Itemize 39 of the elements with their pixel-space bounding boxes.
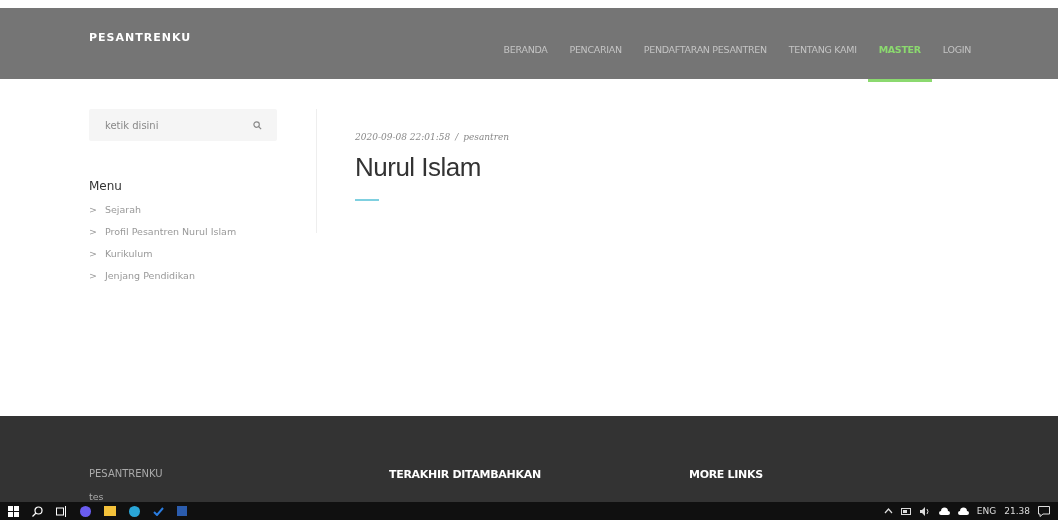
volume-icon[interactable] (919, 506, 931, 516)
nav-link[interactable]: PENCARIAN (558, 8, 633, 79)
nav-link[interactable]: BERANDA (492, 8, 559, 79)
menu-link[interactable]: Kurikulum (104, 248, 153, 259)
menu-link[interactable]: Sejarah (104, 204, 142, 215)
nav-link[interactable]: MASTER (867, 8, 932, 79)
title-underline (355, 199, 379, 201)
meta-separator: / (455, 132, 459, 142)
footer-text: tes (89, 491, 105, 502)
post-date: 2020-09-08 22:01:58 (355, 132, 451, 142)
post-title: Nurul Islam (355, 152, 482, 183)
site-brand[interactable]: PESANTRENKU (89, 31, 192, 44)
footer-heading: MORE LINKS (689, 468, 764, 481)
search-icon[interactable] (32, 505, 43, 517)
cloud-icon[interactable] (938, 507, 950, 515)
clock[interactable]: 21.38 (1004, 506, 1030, 516)
tray-caret-icon[interactable] (883, 508, 893, 514)
nav-link[interactable]: TENTANG KAMI (777, 8, 868, 79)
chevron-icon: > (89, 270, 97, 281)
search-field[interactable]: ketik disini (89, 109, 277, 141)
chevron-icon: > (89, 226, 97, 237)
post-author[interactable]: pesantren (463, 132, 510, 142)
task-view-icon[interactable] (56, 505, 67, 517)
footer-heading: TERAKHIR DITAMBAHKAN (389, 468, 542, 481)
menu-link[interactable]: Jenjang Pendidikan (104, 270, 195, 281)
chevron-icon: > (89, 248, 97, 259)
chevron-icon: > (89, 204, 97, 215)
menu-link[interactable]: Profil Pesantren Nurul Islam (104, 226, 237, 237)
app-icon[interactable] (80, 505, 91, 517)
battery-icon[interactable] (900, 507, 912, 515)
windows-logo-icon[interactable] (8, 505, 19, 517)
nav-link[interactable]: LOGIN (931, 8, 982, 79)
menu-heading: Menu (89, 179, 123, 193)
footer-brand: PESANTRENKU (89, 468, 164, 479)
checkmark-icon[interactable] (153, 506, 164, 516)
notification-icon[interactable] (1038, 505, 1050, 517)
nav-link[interactable]: PENDAFTARAN PESANTREN (632, 8, 778, 79)
cloud-icon[interactable] (957, 507, 969, 515)
language-indicator[interactable]: ENG (976, 506, 997, 516)
